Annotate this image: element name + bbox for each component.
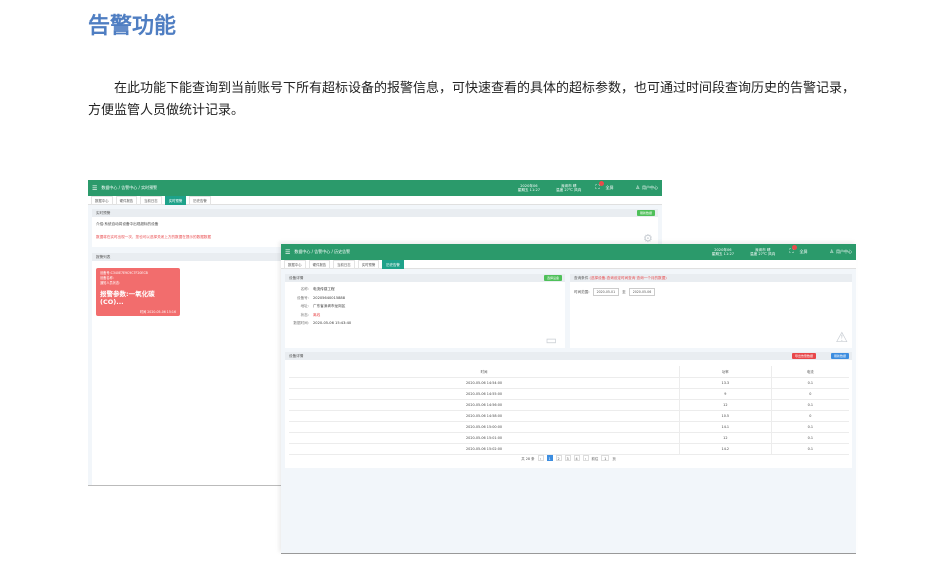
date-range-label: 时间范围: [574,289,590,294]
table-row: 2020-05-06 15:01:00 12 0.1 [289,432,849,444]
prev-page-button[interactable]: ‹ [537,455,544,461]
panel-header: 实时预警 刷新数据 [92,209,658,217]
goto-page-input[interactable]: 1 [601,455,610,461]
table-row: 2020-05-06 15:02:00 14.2 0.1 [289,443,849,455]
screenshot-history-alarm: ☰ 数据中心 / 告警中心 / 历史告警 2020年06 星期五 11:27 深圳… [281,244,856,554]
date-separator: 至 [622,289,626,294]
panel-title: 设备详情 [289,354,304,358]
date-stat: 2020年06 星期五 11:27 [711,248,735,256]
field-name: 名称: 电流传感工程 [300,287,335,291]
page-button[interactable]: 4 [573,455,580,461]
column-header-time[interactable]: 时间 [289,366,680,378]
start-date-input[interactable]: 2020-05-01 [592,288,620,296]
tab-bar: 数据中心 硬件报告 当前日志 实时预警 历史告警 [281,259,856,269]
table-row: 2020-05-06 15:00:00 14.1 0.1 [289,421,849,433]
refresh-button[interactable]: 刷新数据 [636,210,655,216]
field-status: 状态: 离线 [300,312,321,317]
select-device-button[interactable]: 选择设备 [543,275,562,281]
user-center-link[interactable]: 用户中心 [836,249,852,255]
tab-hardware[interactable]: 硬件报告 [308,259,331,269]
page-button[interactable]: 3 [564,455,571,461]
table-row: 2020-05-06 14:55:00 9 0 [289,388,849,400]
alarm-notify-status: 通知人员状态: [100,281,121,285]
warning-icon: ⚠ [835,330,848,346]
tab-hardware[interactable]: 硬件报告 [115,195,138,205]
monitor-icon: ▭ [545,333,557,347]
alarm-time: 时间 2020-05-06 15:16 [139,310,176,314]
device-detail-panel: 设备详情 选择设备 名称: 电流传感工程 设备号: 20205640015888 地… [285,274,565,348]
tab-history-alarm[interactable]: 历史告警 [189,195,211,205]
date-stat: 2020年06 星期五 11:27 [517,184,541,192]
table-row: 2020-05-06 14:54:00 13.3 0.1 [289,377,849,389]
page-button[interactable]: 2 [555,455,562,461]
user-center-link[interactable]: 用户中心 [642,185,658,191]
panel-header: 查询条件 (选择设备-查询设定时间查询 查询一个月的数据) [570,274,852,282]
field-data-time: 数据时间: 2020-05-06 15:43:40 [293,321,352,325]
goto-suffix: 页 [612,456,616,461]
query-hint: (选择设备-查询设定时间查询 查询一个月的数据) [589,276,667,280]
breadcrumb: 数据中心 / 告警中心 / 实时预警 [101,185,158,190]
menu-icon[interactable]: ☰ [285,249,290,256]
field-device-id: 设备号: 20205640015888 [297,295,346,300]
top-bar: ☰ 数据中心 / 告警中心 / 实时预警 2020年06 星期五 11:27 深圳… [88,180,662,196]
page-button[interactable]: 1 [546,455,553,461]
weather-stat: 深圳市 晴温度 27℃ 风向 [750,248,776,256]
panel-header: 设备详情 导出告警数据 刷新数据 [285,352,852,360]
total-count: 共 28 条 [521,456,535,461]
notification-badge[interactable] [599,181,604,186]
date-range-row: 时间范围: 2020-05-01 至 2020-05-06 [570,282,852,296]
tab-bar: 数据中心 硬件报告 当前日志 实时预警 历史告警 [88,195,662,205]
realtime-panel: 实时预警 刷新数据 介绍:系统自动将设备中出现超标的设备 数据将在实时出现一次，… [92,209,658,247]
breadcrumb: 数据中心 / 告警中心 / 历史告警 [294,249,351,254]
panel-notice: 数据将在实时出现一次，您也可以选择关闭上方的数据在提示的数据数据 [96,235,211,239]
next-page-button[interactable]: › [582,455,589,461]
alarm-card[interactable]: 设备号:C340E7E9C9C7F20ECB 设备名称: 通知人员状态: 报警参… [96,268,180,316]
device-fields: 名称: 电流传感工程 设备号: 20205640015888 地址: 广东省深圳市龙岗… [285,282,565,328]
top-bar: ☰ 数据中心 / 告警中心 / 历史告警 2020年06 星期五 11:27 深圳… [281,244,856,260]
tab-data-center[interactable]: 数据中心 [284,259,306,269]
panel-title: 实时预警 [96,211,111,215]
tab-log[interactable]: 当前日志 [333,259,355,269]
pagination: 共 28 条 ‹ 1 2 3 4 › 前往 1 页 [281,455,856,461]
intro-paragraph: 在此功能下能查询到当前账号下所有超标设备的报警信息，可快速查看的具体的超标参数，… [88,81,856,118]
user-icon[interactable]: ♙ [830,249,834,255]
table-row: 2020-05-06 14:56:00 12 0.1 [289,399,849,411]
detail-table-panel: 设备详情 导出告警数据 刷新数据 S ⟳ ▤ ⛶ ⤓ ▼ ⌕ 时间 功率 电流 … [285,352,852,468]
tab-data-center[interactable]: 数据中心 [91,195,113,205]
fullscreen-label[interactable]: 全屏 [800,249,808,255]
table-header-row: 时间 功率 电流 [289,366,849,378]
end-date-input[interactable]: 2020-05-06 [628,288,656,296]
tab-realtime-alarm[interactable]: 实时预警 [164,195,187,205]
fullscreen-label[interactable]: 全屏 [606,185,614,191]
tab-realtime-alarm[interactable]: 实时预警 [357,259,380,269]
alarm-param: 报警参数:一氧化碳(CO)... [100,290,155,306]
tab-log[interactable]: 当前日志 [140,195,162,205]
goto-label: 前往 [591,456,599,461]
menu-icon[interactable]: ☰ [92,185,97,192]
column-header-power[interactable]: 功率 [679,366,772,378]
export-alarm-button[interactable]: 导出告警数据 [791,353,816,359]
panel-title: 报警列表 [96,255,111,259]
weather-stat: 深圳市 晴温度 27℃ 风向 [556,184,582,192]
panel-description: 介绍:系统自动将设备中出现超标的设备 [96,222,159,226]
tab-history-alarm[interactable]: 历史告警 [382,259,404,269]
user-icon[interactable]: ♙ [636,185,640,191]
panel-header: 报警列表 [92,253,284,261]
page-title: 告警功能 [88,14,177,39]
panel-title: 查询条件 [574,276,589,280]
panel-title: 设备详情 [289,276,304,280]
field-address: 地址: 广东省深圳市龙岗区 [300,304,346,308]
column-header-current[interactable]: 电流 [770,366,849,378]
alarm-history-table: 时间 功率 电流 2020-05-06 14:54:00 13.3 0.1 2020… [289,366,849,455]
table-row: 2020-05-06 14:58:00 10.5 0 [289,410,849,422]
query-panel: 查询条件 (选择设备-查询设定时间查询 查询一个月的数据) 时间范围: 2020… [570,274,852,348]
notification-badge[interactable] [792,245,797,250]
refresh-button[interactable]: 刷新数据 [830,353,849,359]
panel-header: 设备详情 选择设备 [285,274,565,282]
